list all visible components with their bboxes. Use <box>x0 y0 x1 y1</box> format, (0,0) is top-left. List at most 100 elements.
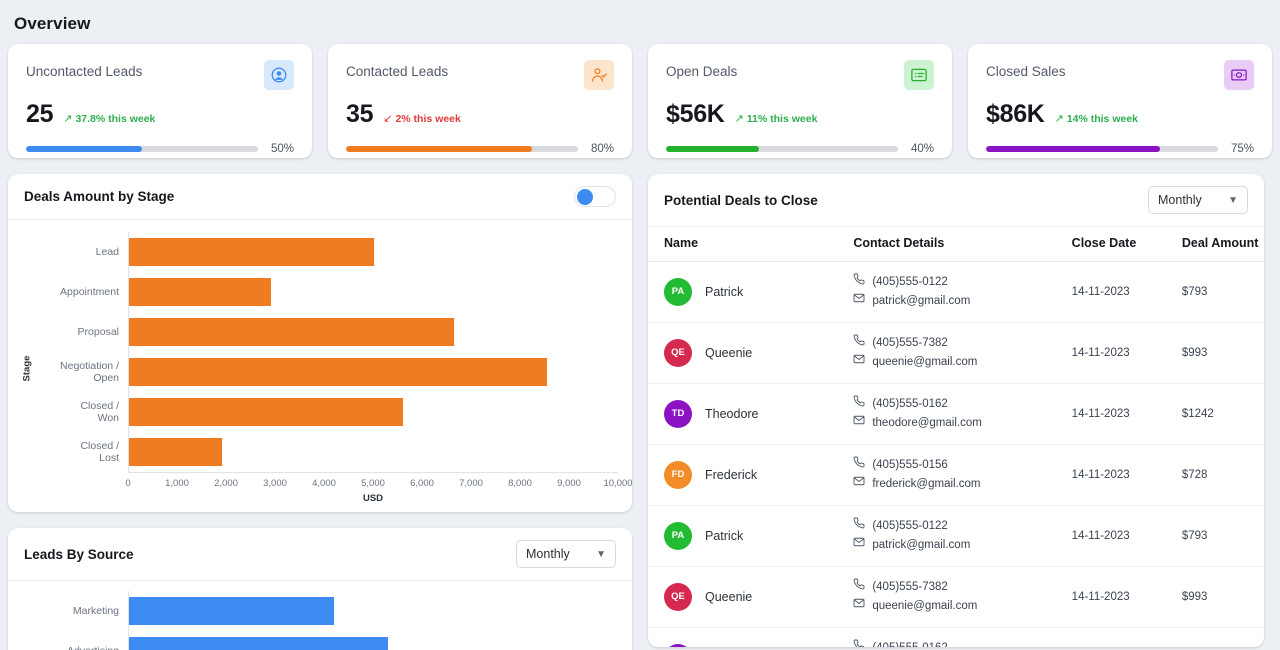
deals-period-select[interactable]: Monthly ▼ <box>1148 186 1248 214</box>
x-tick-label: 8,000 <box>508 478 532 489</box>
bar <box>129 318 454 346</box>
cell-name: PAPatrick <box>648 262 853 323</box>
bar-row: Appointment <box>38 272 618 312</box>
table-row[interactable]: QEQueenie(405)555-7382queenie@gmail.com1… <box>648 566 1264 627</box>
avatar: QE <box>664 583 692 611</box>
kpi-trend: ↙2% this week <box>383 112 461 125</box>
kpi-card-row: Uncontacted Leads25↗37.8% this week50%Co… <box>8 44 1272 158</box>
phone-number: (405)555-7382 <box>872 578 947 597</box>
deals-period-value: Monthly <box>1158 193 1202 207</box>
mail-icon <box>853 353 865 372</box>
y-axis-label-text: Stage <box>22 355 33 381</box>
chart-x-axis-title: USD <box>128 489 618 504</box>
bar-track <box>128 631 618 650</box>
cell-name: TDTheodore <box>648 627 853 647</box>
deals-bar-chart: Stage LeadAppointmentProposalNegotiation… <box>8 220 632 512</box>
bar-category-label: Proposal <box>38 326 128 338</box>
x-tick-label: 3,000 <box>263 478 287 489</box>
cell-name: PAPatrick <box>648 505 853 566</box>
leads-panel-header: Leads By Source Monthly ▼ <box>8 528 632 581</box>
leads-chart-y-axis-title <box>16 591 38 650</box>
email-address: patrick@gmail.com <box>872 536 970 555</box>
cell-contact: (405)555-0122patrick@gmail.com <box>853 505 1071 566</box>
phone-line: (405)555-0156 <box>853 456 1071 475</box>
chart-x-tick-labels: 01,0002,0003,0004,0005,0006,0007,0008,00… <box>128 473 618 489</box>
mail-icon <box>853 292 865 311</box>
cell-contact: (405)555-0162theodore@gmail.com <box>853 627 1071 647</box>
cell-name: QEQueenie <box>648 322 853 383</box>
chevron-down-icon: ▼ <box>1228 195 1238 206</box>
kpi-trend-text: 2% this week <box>395 113 460 125</box>
bar-category-label: Appointment <box>38 286 128 298</box>
bar-row: Closed /Won <box>38 392 618 432</box>
deals-table-header: Potential Deals to Close Monthly ▼ <box>648 174 1264 227</box>
dashboard-page: Overview Uncontacted Leads25↗37.8% this … <box>0 0 1280 650</box>
phone-icon <box>853 639 865 647</box>
cell-deal-amount: $993 <box>1182 566 1264 627</box>
phone-line: (405)555-7382 <box>853 334 1071 353</box>
bar <box>129 438 222 466</box>
phone-line: (405)555-0122 <box>853 273 1071 292</box>
table-row[interactable]: PAPatrick(405)555-0122patrick@gmail.com1… <box>648 505 1264 566</box>
deals-chart-toggle[interactable] <box>574 186 616 207</box>
phone-number: (405)555-7382 <box>872 334 947 353</box>
leads-period-select[interactable]: Monthly ▼ <box>516 540 616 568</box>
x-tick-label: 0 <box>125 478 130 489</box>
kpi-card-closed-sales: Closed Sales$86K↗14% this week75% <box>968 44 1272 158</box>
table-row[interactable]: PAPatrick(405)555-0122patrick@gmail.com1… <box>648 262 1264 323</box>
leads-by-source-panel: Leads By Source Monthly ▼ MarketingAdver… <box>8 528 632 650</box>
bar-row: Advertising <box>38 631 618 650</box>
phone-number: (405)555-0162 <box>872 395 947 414</box>
phone-icon <box>853 456 865 475</box>
deals-panel-title: Deals Amount by Stage <box>24 189 174 204</box>
table-row[interactable]: FDFrederick(405)555-0156frederick@gmail.… <box>648 444 1264 505</box>
deals-table-title: Potential Deals to Close <box>664 193 818 208</box>
leads-chart-plot-area: MarketingAdvertising <box>38 591 618 650</box>
trend-arrow-icon: ↗ <box>735 112 744 125</box>
x-tick-label: 6,000 <box>410 478 434 489</box>
phone-line: (405)555-0162 <box>853 395 1071 414</box>
email-line: frederick@gmail.com <box>853 475 1071 494</box>
dashboard-lower-section: Deals Amount by Stage Stage LeadAppointm… <box>8 174 1272 650</box>
cell-contact: (405)555-7382queenie@gmail.com <box>853 322 1071 383</box>
kpi-progress-fill <box>346 146 532 152</box>
bar-track <box>128 352 618 392</box>
phone-icon <box>853 334 865 353</box>
trend-arrow-icon: ↗ <box>63 112 72 125</box>
kpi-label: Open Deals <box>666 60 737 79</box>
table-row[interactable]: TDTheodore(405)555-0162theodore@gmail.co… <box>648 383 1264 444</box>
email-line: queenie@gmail.com <box>853 597 1071 616</box>
cell-close-date: 14-11-2023 <box>1072 262 1182 323</box>
cell-contact: (405)555-7382queenie@gmail.com <box>853 566 1071 627</box>
mail-icon <box>853 597 865 616</box>
x-tick-label: 4,000 <box>312 478 336 489</box>
kpi-value: $86K <box>986 100 1045 129</box>
kpi-trend-text: 11% this week <box>747 113 818 125</box>
cell-name: QEQueenie <box>648 566 853 627</box>
bar-track <box>128 432 618 472</box>
bar <box>129 398 403 426</box>
table-row[interactable]: QEQueenie(405)555-7382queenie@gmail.com1… <box>648 322 1264 383</box>
kpi-trend-text: 14% this week <box>1067 113 1138 125</box>
cell-contact: (405)555-0156frederick@gmail.com <box>853 444 1071 505</box>
kpi-progress-percent: 50% <box>268 143 294 155</box>
table-row[interactable]: TDTheodore(405)555-0162theodore@gmail.co… <box>648 627 1264 647</box>
deals-table-scroll[interactable]: Name Contact Details Close Date Deal Amo… <box>648 227 1264 647</box>
left-column: Deals Amount by Stage Stage LeadAppointm… <box>8 174 632 650</box>
email-address: frederick@gmail.com <box>872 475 980 494</box>
phone-icon <box>853 395 865 414</box>
toggle-knob <box>577 189 593 205</box>
email-line: patrick@gmail.com <box>853 292 1071 311</box>
kpi-progress-percent: 40% <box>908 143 934 155</box>
email-line: queenie@gmail.com <box>853 353 1071 372</box>
email-line: theodore@gmail.com <box>853 414 1071 433</box>
trend-arrow-icon: ↙ <box>383 112 392 125</box>
cell-contact: (405)555-0162theodore@gmail.com <box>853 383 1071 444</box>
bar-category-label: Negotiation /Open <box>38 360 128 384</box>
user-check-icon <box>584 60 614 90</box>
right-column: Potential Deals to Close Monthly ▼ Name … <box>648 174 1264 647</box>
bar-row: Marketing <box>38 591 618 631</box>
column-header-name: Name <box>648 227 853 262</box>
x-tick-label: 9,000 <box>557 478 581 489</box>
contact-name: Patrick <box>705 529 743 543</box>
